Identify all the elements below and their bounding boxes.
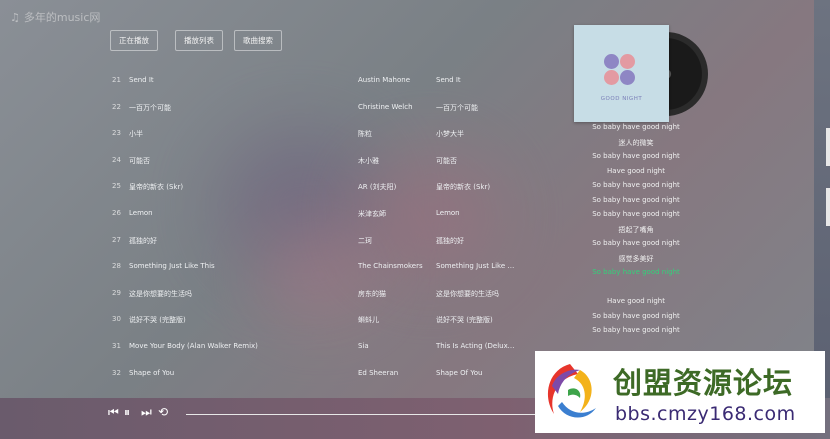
pause-icon[interactable]: ⏸ [124, 405, 130, 420]
track-number: 24 [112, 155, 121, 164]
track-artist: Ed Sheeran [358, 368, 399, 377]
track-row[interactable]: 23 小半 陈粒 小梦大半 [0, 121, 540, 147]
track-title: Shape of You [129, 368, 175, 377]
loop-icon[interactable]: ⟲ [158, 405, 168, 419]
track-number: 32 [112, 368, 121, 377]
lyric-line: So baby have good night [592, 195, 680, 204]
track-row[interactable]: 22 一百万个可能 Christine Welch 一百万个可能 [0, 95, 540, 121]
app-title-text: 多年的music网 [23, 11, 101, 24]
side-tab[interactable] [826, 188, 830, 226]
skip-next-icon[interactable]: ⏭ [141, 405, 152, 420]
track-album: 皇帝的新衣 (Skr) [436, 183, 491, 192]
cover-circle [604, 70, 619, 85]
track-row[interactable]: 24 可能否 木小雅 可能否 [0, 148, 540, 174]
track-title: 一百万个可能 [129, 103, 171, 112]
cover-caption: GOOD NIGHT [600, 96, 643, 102]
tab-now-playing[interactable]: 正在播放 [110, 30, 158, 51]
track-row[interactable]: 21 Send It Austin Mahone Send It [0, 68, 540, 94]
track-album: Send It [436, 76, 461, 84]
lyric-line: So baby have good night [592, 311, 680, 320]
track-title: 孤独的好 [129, 236, 157, 245]
track-row[interactable]: 29 这是你想要的生活吗 房东的猫 这是你想要的生活吗 [0, 281, 540, 307]
track-artist: Sia [358, 342, 369, 350]
lyric-line: So baby have good night [592, 152, 680, 160]
track-artist: 二珂 [358, 236, 372, 245]
track-title: 小半 [129, 130, 143, 139]
track-row[interactable]: 31 Move Your Body (Alan Walker Remix) Sia T… [0, 334, 540, 360]
progress-track[interactable] [186, 414, 546, 415]
track-album: 一百万个可能 [436, 103, 478, 112]
track-number: 28 [112, 262, 121, 271]
lyric-line: So baby have good night [592, 239, 680, 247]
track-number: 29 [112, 288, 121, 297]
cover-circle [620, 70, 635, 85]
lyric-line: So baby have good night [592, 181, 680, 189]
lyric-line-active: So baby have good night [592, 268, 680, 276]
track-number: 25 [112, 182, 121, 191]
track-title: 可能否 [129, 156, 150, 165]
track-title: 皇帝的新衣 (Skr) [129, 183, 184, 192]
track-album: 孤独的好 [436, 236, 464, 245]
track-title: 说好不哭 (完整版) [129, 316, 186, 325]
watermark-title: 创盟资源论坛 [613, 366, 794, 400]
track-number: 27 [112, 235, 121, 244]
track-album: 说好不哭 (完整版) [436, 316, 493, 325]
lyric-line: 感觉多美好 [618, 254, 654, 263]
track-artist: AR (刘夫阳) [358, 183, 397, 192]
track-row[interactable]: 32 Shape of You Ed Sheeran Shape Of You [0, 361, 540, 387]
track-title: 这是你想要的生活吗 [129, 289, 192, 298]
track-title: Send It [129, 76, 154, 84]
tab-playlist[interactable]: 播放列表 [175, 30, 223, 51]
track-number: 23 [112, 129, 121, 138]
track-row[interactable]: 28 Something Just Like This The Chainsmoke… [0, 254, 540, 280]
track-row[interactable]: 27 孤独的好 二珂 孤独的好 [0, 228, 540, 254]
album-art: GOOD NIGHT [574, 25, 708, 123]
track-album: Shape Of You [436, 368, 483, 377]
track-album: Something Just Like T... [436, 262, 516, 271]
track-row[interactable]: 30 说好不哭 (完整版) 蝌蚪儿 说好不哭 (完整版) [0, 307, 540, 333]
track-artist: 木小雅 [358, 156, 379, 165]
lyric-line: Have good night [607, 297, 665, 305]
track-artist: 房东的猫 [358, 289, 386, 298]
lyric-line: So baby have good night [592, 210, 680, 218]
lyric-line: 捂起了嘴角 [618, 225, 654, 234]
tab-song-search[interactable]: 歌曲搜索 [234, 30, 282, 51]
track-album: 可能否 [436, 156, 457, 165]
track-title: Lemon [129, 209, 153, 217]
track-number: 26 [112, 209, 121, 217]
track-title: Something Just Like This [129, 262, 215, 271]
lyric-line: 迷人的微笑 [618, 138, 654, 147]
track-album: This Is Acting (Deluxe... [436, 342, 516, 350]
side-tab[interactable] [826, 128, 830, 166]
skip-previous-icon[interactable]: ⏮ [108, 405, 119, 420]
track-row[interactable]: 26 Lemon 米津玄師 Lemon [0, 201, 540, 227]
lyrics-panel: So baby have good night 迷人的微笑 So baby have… [573, 122, 699, 340]
music-note-icon: ♫ [10, 11, 20, 24]
track-artist: 米津玄師 [358, 210, 386, 218]
lyric-line: So baby have good night [592, 123, 680, 131]
track-artist: Austin Mahone [358, 76, 411, 84]
track-album: Lemon [436, 209, 460, 217]
track-album: 小梦大半 [436, 130, 464, 139]
track-artist: Christine Welch [358, 102, 413, 111]
track-artist: 蝌蚪儿 [358, 316, 379, 325]
watermark-url: bbs.cmzy168.com [615, 403, 796, 425]
track-album: 这是你想要的生活吗 [436, 289, 499, 298]
track-title: Move Your Body (Alan Walker Remix) [129, 342, 258, 350]
track-number: 22 [112, 102, 121, 111]
cover-circle [620, 54, 635, 69]
track-number: 21 [112, 76, 121, 84]
watermark-logo [547, 364, 596, 418]
track-row[interactable]: 25 皇帝的新衣 (Skr) AR (刘夫阳) 皇帝的新衣 (Skr) [0, 174, 540, 200]
lyric-line: So baby have good night [592, 326, 680, 334]
watermark: 创盟资源论坛 bbs.cmzy168.com [535, 351, 825, 433]
app-title: ♫ 多年的music网 [10, 9, 100, 25]
album-cover[interactable]: GOOD NIGHT [574, 25, 669, 122]
track-artist: The Chainsmokers [358, 262, 423, 271]
track-artist: 陈粒 [358, 130, 372, 139]
track-number: 30 [112, 315, 121, 324]
cover-circle [604, 54, 619, 69]
track-number: 31 [112, 342, 121, 350]
lyric-line: Have good night [607, 166, 665, 175]
